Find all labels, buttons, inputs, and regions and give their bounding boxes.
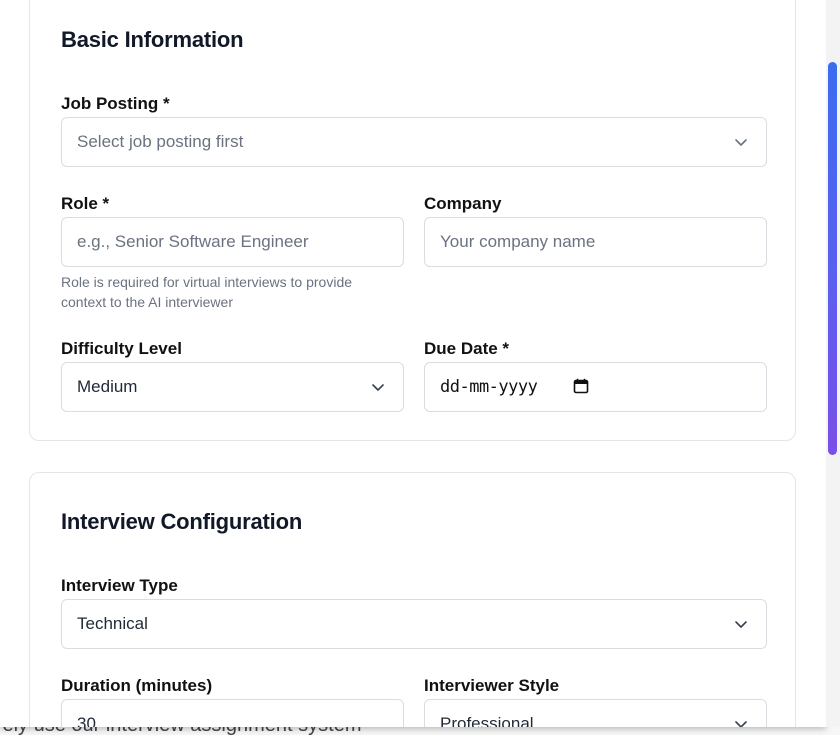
interviewer-style-select[interactable]: Professional [424, 699, 767, 727]
chevron-down-icon [735, 139, 747, 146]
chevron-down-icon [735, 621, 747, 628]
due-date-input[interactable]: dd-mm-yyyy [424, 362, 767, 412]
calendar-icon[interactable] [573, 378, 589, 394]
interview-type-label: Interview Type [61, 576, 178, 595]
duration-field[interactable]: 30 [61, 699, 404, 727]
role-field[interactable] [61, 217, 404, 267]
job-posting-placeholder: Select job posting first [77, 132, 244, 151]
difficulty-level-label: Difficulty Level [61, 339, 182, 358]
role-label: Role * [61, 194, 110, 213]
chevron-down-icon [735, 721, 747, 727]
interviewer-style-label: Interviewer Style [424, 676, 560, 695]
chevron-down-icon [372, 384, 384, 391]
interview-configuration-title: Interview Configuration [61, 509, 303, 534]
difficulty-level-select[interactable]: Medium [61, 362, 404, 412]
interview-configuration-card: Interview Configuration Interview Type T… [29, 472, 796, 727]
role-input[interactable] [77, 232, 403, 252]
interviewer-style-value: Professional [440, 714, 534, 727]
role-hint: Role is required for virtual interviews … [61, 274, 353, 310]
job-posting-label: Job Posting * [61, 94, 170, 113]
duration-label: Duration (minutes) [61, 676, 213, 695]
due-date-label: Due Date * [424, 339, 510, 358]
interview-type-select[interactable]: Technical [61, 599, 767, 649]
scrollbar-thumb[interactable] [828, 62, 837, 455]
job-posting-select[interactable]: Select job posting first [61, 117, 767, 167]
company-input[interactable] [440, 232, 766, 252]
difficulty-level-value: Medium [77, 377, 138, 396]
basic-information-card: Basic Information Job Posting * Select j… [29, 0, 796, 441]
duration-value: 30 [77, 714, 96, 727]
due-date-placeholder: dd-mm-yyyy [440, 377, 538, 397]
interview-type-value: Technical [77, 614, 148, 633]
assign-interview-modal: Basic Information Job Posting * Select j… [0, 0, 826, 727]
basic-information-title: Basic Information [61, 27, 244, 52]
company-field[interactable] [424, 217, 767, 267]
company-label: Company [424, 194, 502, 213]
